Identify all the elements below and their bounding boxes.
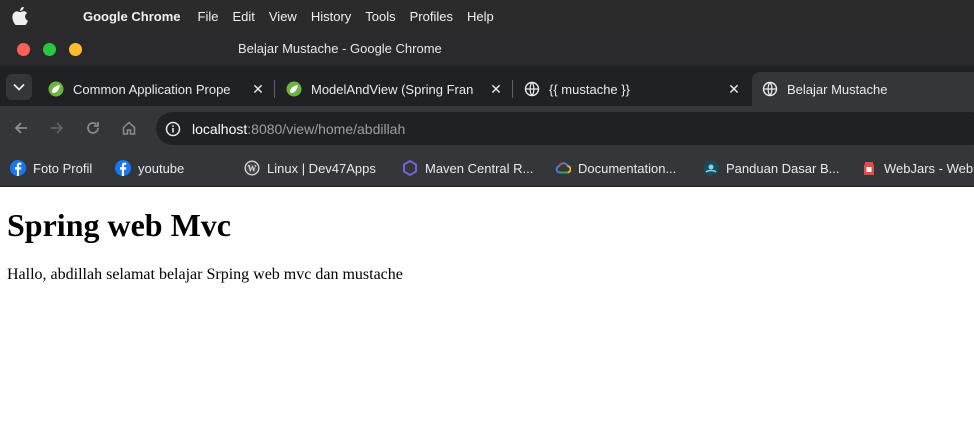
reload-icon [87, 122, 99, 134]
facebook-icon [10, 160, 26, 176]
site-logo-icon [703, 160, 719, 176]
address-bar[interactable]: localhost:8080/view/home/abdillah [156, 112, 974, 145]
window-title: Belajar Mustache - Google Chrome [238, 41, 442, 56]
macos-menu-bar: Google Chrome File Edit View History Too… [0, 0, 974, 32]
site-info-icon[interactable] [165, 121, 181, 137]
tab-label: Common Application Prope [73, 81, 231, 97]
forward-button[interactable] [47, 118, 67, 138]
arrow-left-icon [14, 122, 27, 134]
url-host: localhost [192, 120, 248, 137]
menu-tools[interactable]: Tools [365, 9, 395, 24]
bookmark-webjars[interactable]: WebJars - Web [861, 158, 973, 178]
google-cloud-icon [555, 160, 571, 176]
webjars-icon [861, 160, 877, 176]
maven-hexagon-icon [402, 160, 418, 176]
bookmark-label: Foto Profil [33, 160, 93, 176]
wordpress-icon: W [244, 160, 260, 176]
tab-modelandview[interactable]: ModelAndView (Spring Fran ✕ [276, 72, 512, 106]
facebook-icon [115, 160, 131, 176]
home-button[interactable] [119, 118, 139, 138]
bookmark-label: WebJars - Web [884, 160, 974, 176]
bookmark-label: Linux | Dev47Apps [267, 160, 376, 176]
spring-leaf-icon [286, 81, 302, 97]
window-title-bar: Belajar Mustache - Google Chrome [0, 32, 974, 66]
web-page-content: Spring web Mvc Hallo, abdillah selamat b… [0, 187, 974, 429]
menu-view[interactable]: View [269, 9, 297, 24]
menu-file[interactable]: File [198, 9, 219, 24]
tab-common-application-properties[interactable]: Common Application Prope ✕ [38, 72, 274, 106]
bookmark-documentation[interactable]: Documentation... [555, 158, 676, 178]
tab-mustache[interactable]: {{ mustache }} ✕ [514, 72, 750, 106]
svg-text:W: W [248, 164, 257, 174]
reload-button[interactable] [83, 118, 103, 138]
menu-help[interactable]: Help [467, 9, 494, 24]
tab-separator [274, 80, 275, 98]
bookmark-label: Maven Central R... [425, 160, 534, 176]
chevron-down-icon [13, 83, 25, 91]
tab-label: ModelAndView (Spring Fran [311, 81, 474, 97]
bookmark-panduan-dasar[interactable]: Panduan Dasar B... [703, 158, 839, 178]
browser-toolbar: localhost:8080/view/home/abdillah [0, 106, 974, 150]
arrow-right-icon [51, 122, 64, 134]
bookmark-linux-dev47apps[interactable]: W Linux | Dev47Apps [244, 158, 376, 178]
bookmark-label: youtube [138, 160, 185, 176]
menu-profiles[interactable]: Profiles [410, 9, 453, 24]
page-heading: Spring web Mvc [7, 207, 231, 243]
bookmark-label: Panduan Dasar B... [726, 160, 840, 176]
home-icon [122, 121, 136, 135]
bookmark-maven-central[interactable]: Maven Central R... [402, 158, 533, 178]
menu-history[interactable]: History [311, 9, 351, 24]
tab-belajar-mustache-active[interactable]: Belajar Mustache [752, 72, 974, 106]
page-greeting-text: Hallo, abdillah selamat belajar Srping w… [7, 266, 403, 283]
tab-search-button[interactable] [6, 74, 32, 100]
back-button[interactable] [11, 118, 31, 138]
bookmark-foto-profil[interactable]: Foto Profil [10, 158, 92, 178]
menu-edit[interactable]: Edit [232, 9, 254, 24]
tab-separator [512, 80, 513, 98]
tab-label: Belajar Mustache [787, 81, 888, 97]
globe-icon [524, 81, 540, 97]
spring-leaf-icon [48, 81, 64, 97]
close-tab-icon[interactable]: ✕ [726, 81, 742, 97]
zoom-window-button[interactable] [43, 42, 56, 56]
minimize-window-button[interactable] [69, 42, 82, 56]
tab-label: {{ mustache }} [549, 81, 630, 97]
app-name-menu[interactable]: Google Chrome [83, 9, 181, 24]
globe-icon [762, 81, 778, 97]
url-path: :8080/view/home/abdillah [247, 120, 406, 137]
apple-logo-icon[interactable] [6, 7, 34, 25]
close-tab-icon[interactable]: ✕ [488, 81, 504, 97]
close-tab-icon[interactable]: ✕ [250, 81, 266, 97]
bookmarks-bar: Foto Profil youtube W Linux | Dev47Apps … [0, 150, 974, 187]
tab-strip: Common Application Prope ✕ ModelAndView … [0, 66, 974, 106]
bookmark-youtube[interactable]: youtube [115, 158, 184, 178]
close-window-button[interactable] [17, 42, 30, 56]
bookmark-label: Documentation... [578, 160, 677, 176]
